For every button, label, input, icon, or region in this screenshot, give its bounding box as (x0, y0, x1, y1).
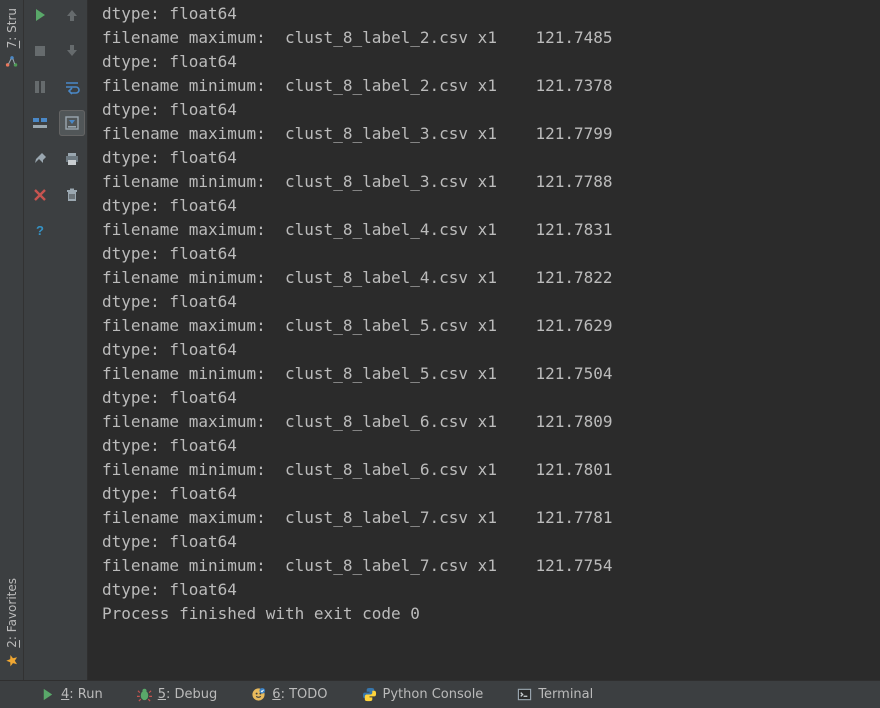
pin-tab-button[interactable] (27, 146, 53, 172)
todo-icon (251, 687, 266, 702)
console-output[interactable]: dtype: float64filename maximum: clust_8_… (88, 0, 880, 680)
up-stack-button[interactable] (59, 2, 85, 28)
help-button[interactable]: ? (27, 218, 53, 244)
console-line: dtype: float64 (102, 146, 880, 170)
console-line: filename maximum: clust_8_label_7.csv x1… (102, 506, 880, 530)
bottom-tab-debug-label: 5: Debug (158, 687, 218, 702)
console-line: filename maximum: clust_8_label_4.csv x1… (102, 218, 880, 242)
console-line: filename maximum: clust_8_label_5.csv x1… (102, 314, 880, 338)
print-icon (64, 151, 80, 167)
star-icon (5, 654, 19, 668)
console-line: dtype: float64 (102, 194, 880, 218)
console-line: dtype: float64 (102, 386, 880, 410)
console-line: dtype: float64 (102, 434, 880, 458)
bottom-tab-todo-label: 6: TODO (272, 687, 327, 702)
down-stack-button[interactable] (59, 38, 85, 64)
side-tab-favorites-label: 2: Favorites (5, 578, 19, 648)
scroll-to-end-button[interactable] (59, 110, 85, 136)
pin-icon (32, 151, 48, 167)
close-tab-button[interactable] (27, 182, 53, 208)
print-button[interactable] (59, 146, 85, 172)
stop-button[interactable] (27, 38, 53, 64)
pause-icon (32, 79, 48, 95)
soft-wrap-icon (64, 79, 80, 95)
console-line: filename minimum: clust_8_label_4.csv x1… (102, 266, 880, 290)
python-icon (362, 687, 377, 702)
arrow-down-icon (64, 43, 80, 59)
close-icon (32, 187, 48, 203)
console-line: filename minimum: clust_8_label_7.csv x1… (102, 554, 880, 578)
rerun-button[interactable] (27, 2, 53, 28)
console-line: filename maximum: clust_8_label_2.csv x1… (102, 26, 880, 50)
bottom-tab-todo[interactable]: 6: TODO (247, 685, 331, 704)
soft-wrap-button[interactable] (59, 74, 85, 100)
console-line: filename minimum: clust_8_label_2.csv x1… (102, 74, 880, 98)
bottom-tab-run-label: 4: Run (61, 687, 103, 702)
terminal-icon (517, 687, 532, 702)
console-line: filename maximum: clust_8_label_3.csv x1… (102, 122, 880, 146)
stop-icon (32, 43, 48, 59)
console-line: filename maximum: clust_8_label_6.csv x1… (102, 410, 880, 434)
side-tab-structure[interactable]: 7: Stru (2, 2, 22, 74)
side-tab-structure-label: 7: Stru (5, 8, 19, 48)
console-line: Process finished with exit code 0 (102, 602, 880, 626)
console-line: dtype: float64 (102, 482, 880, 506)
console-line: filename minimum: clust_8_label_3.csv x1… (102, 170, 880, 194)
console-line: filename minimum: clust_8_label_5.csv x1… (102, 362, 880, 386)
run-toolbar: ? (24, 0, 56, 680)
bottom-tab-python-console-label: Python Console (383, 687, 484, 702)
console-line: filename minimum: clust_8_label_6.csv x1… (102, 458, 880, 482)
bug-icon (137, 687, 152, 702)
pause-button[interactable] (27, 74, 53, 100)
side-tab-favorites[interactable]: 2: Favorites (2, 572, 22, 674)
play-icon (32, 7, 48, 23)
arrow-up-icon (64, 7, 80, 23)
bottom-tab-python-console[interactable]: Python Console (358, 685, 488, 704)
console-line: dtype: float64 (102, 2, 880, 26)
trash-icon (64, 187, 80, 203)
bottom-tab-debug[interactable]: 5: Debug (133, 685, 222, 704)
clear-all-button[interactable] (59, 182, 85, 208)
console-line: dtype: float64 (102, 242, 880, 266)
bottom-tab-terminal-label: Terminal (538, 687, 593, 702)
play-icon (40, 687, 55, 702)
console-line: dtype: float64 (102, 98, 880, 122)
console-line: dtype: float64 (102, 338, 880, 362)
console-line: dtype: float64 (102, 50, 880, 74)
console-line: dtype: float64 (102, 290, 880, 314)
layout-icon (32, 115, 48, 131)
output-toolbar (56, 0, 88, 680)
left-side-tab-strip: 7: Stru 2: Favorites (0, 0, 24, 680)
dump-threads-button[interactable] (27, 110, 53, 136)
console-line: dtype: float64 (102, 578, 880, 602)
console-line: dtype: float64 (102, 530, 880, 554)
bottom-tool-bar: 4: Run 5: Debug 6: TODO (0, 680, 880, 708)
structure-icon (5, 54, 19, 68)
scroll-end-icon (64, 115, 80, 131)
help-icon: ? (32, 223, 48, 239)
svg-text:?: ? (36, 223, 44, 238)
bottom-tab-run[interactable]: 4: Run (36, 685, 107, 704)
bottom-tab-terminal[interactable]: Terminal (513, 685, 597, 704)
